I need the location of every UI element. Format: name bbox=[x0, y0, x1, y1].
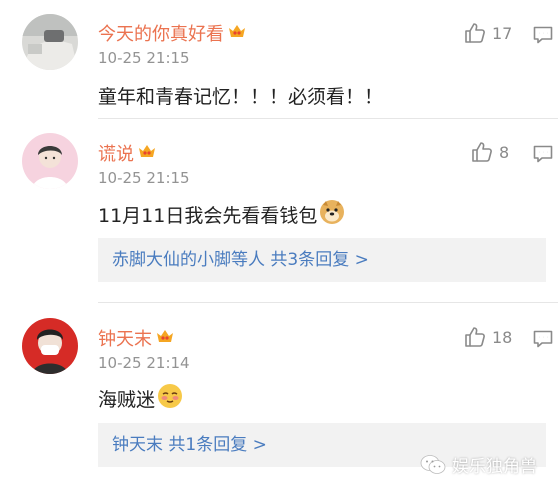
wechat-logo-icon bbox=[420, 454, 446, 474]
comment-time: 10-25 21:15 bbox=[98, 49, 190, 67]
doge-emoji-icon bbox=[319, 199, 345, 230]
like-count: 8 bbox=[499, 142, 510, 162]
thumbs-up-icon bbox=[465, 23, 485, 43]
comment-bubble-icon[interactable] bbox=[533, 26, 553, 48]
like-count: 18 bbox=[492, 327, 513, 347]
like-button[interactable]: 8 bbox=[471, 141, 509, 163]
avatar[interactable] bbox=[22, 133, 78, 189]
avatar[interactable] bbox=[22, 318, 78, 374]
reply-count-link[interactable]: 共1条回复 > bbox=[163, 435, 266, 455]
comment-list: 今天的你真好看 10-25 21:15 童年和青春记忆！！！必须看！！ 17 谎… bbox=[0, 0, 558, 489]
divider bbox=[98, 302, 558, 303]
reply-users[interactable]: 钟天末 bbox=[112, 435, 163, 455]
comment-text: 11月11日我会先看看钱包 bbox=[98, 199, 345, 230]
comment-author[interactable]: 钟天末 bbox=[98, 325, 175, 351]
like-button[interactable]: 18 bbox=[464, 326, 512, 348]
vip-crown-icon bbox=[227, 22, 247, 45]
like-button[interactable]: 17 bbox=[464, 22, 512, 44]
vip-crown-icon bbox=[137, 142, 157, 165]
avatar[interactable] bbox=[22, 14, 78, 70]
thumbs-up-icon bbox=[472, 142, 492, 162]
comment-text: 童年和青春记忆！！！必须看！！ bbox=[98, 86, 384, 108]
divider bbox=[98, 118, 558, 119]
vip-crown-icon bbox=[155, 327, 175, 350]
comment-time: 10-25 21:15 bbox=[98, 169, 190, 187]
shy-face-emoji-icon bbox=[157, 383, 183, 414]
reply-summary[interactable]: 赤脚大仙的小脚等人 共3条回复 > bbox=[98, 238, 546, 282]
watermark-text: 娱乐独角兽 bbox=[452, 457, 537, 477]
reply-count-link[interactable]: 等人 共3条回复 > bbox=[231, 250, 369, 270]
watermark: 娱乐独角兽 bbox=[420, 452, 537, 477]
thumbs-up-icon bbox=[465, 327, 485, 347]
reply-users[interactable]: 赤脚大仙的小脚 bbox=[112, 250, 231, 270]
like-count: 17 bbox=[492, 23, 513, 43]
comment-bubble-icon[interactable] bbox=[533, 330, 553, 352]
comment-author[interactable]: 今天的你真好看 bbox=[98, 20, 247, 46]
comment-bubble-icon[interactable] bbox=[533, 145, 553, 167]
comment-time: 10-25 21:14 bbox=[98, 354, 190, 372]
comment-author[interactable]: 谎说 bbox=[98, 140, 157, 166]
comment-text: 海贼迷 bbox=[98, 383, 183, 414]
